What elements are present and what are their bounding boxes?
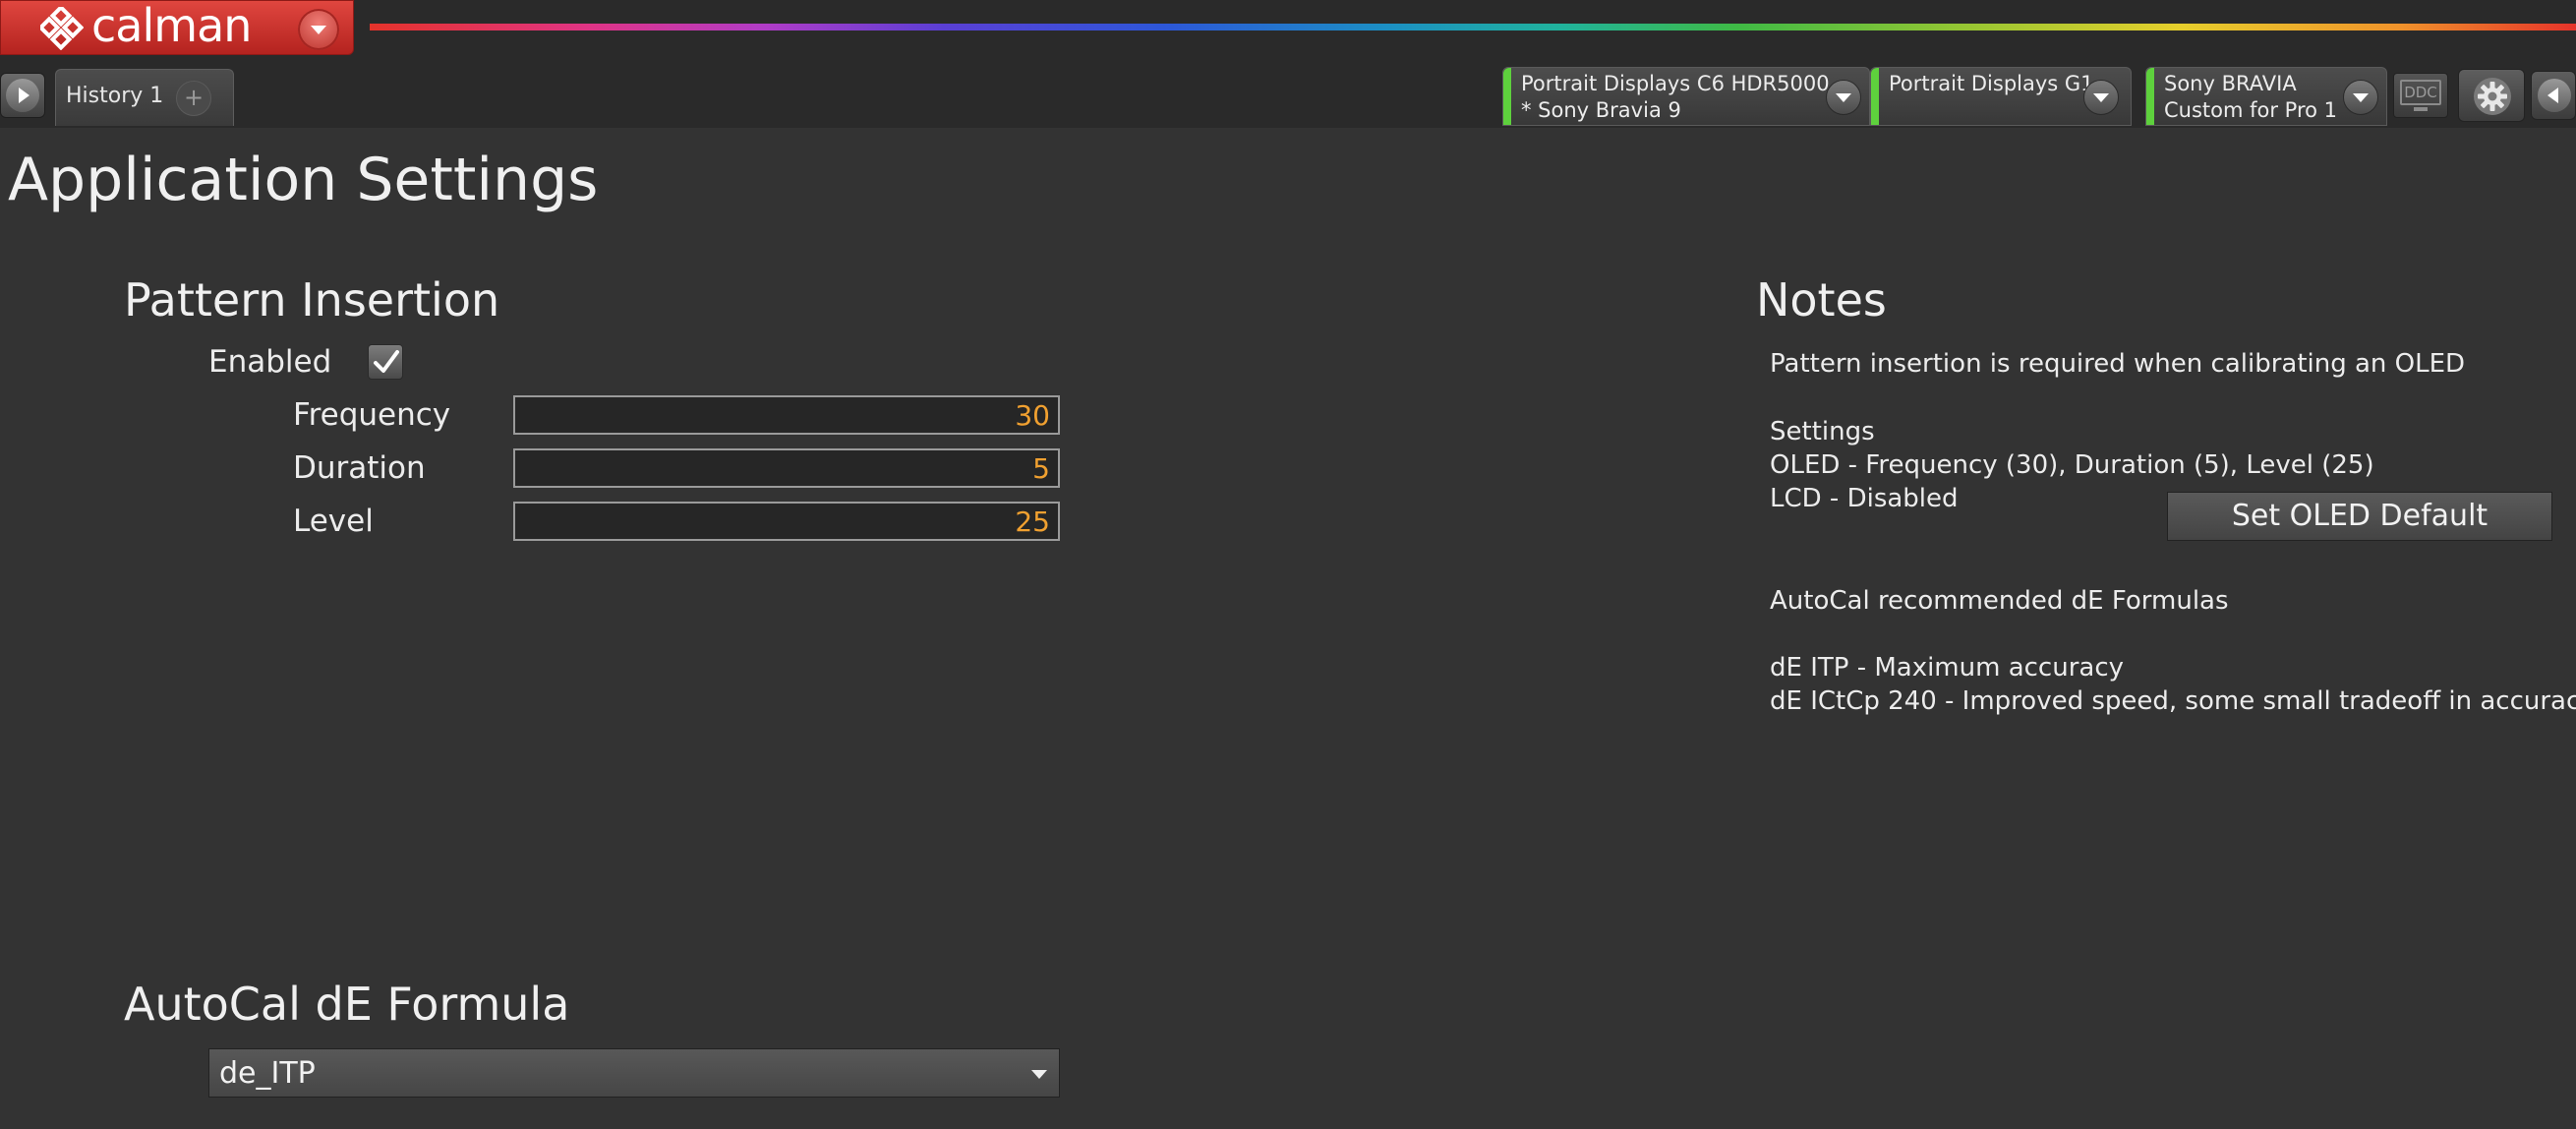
logo-text: calman [91,0,252,52]
tab-history-1[interactable]: History 1 + [55,69,234,126]
frequency-input[interactable] [513,395,1060,435]
display-device-selector[interactable]: Sony BRAVIA Custom for Pro 1 [2145,67,2387,126]
selected-formula: de_ITP [219,1056,316,1091]
rainbow-strip [370,24,2576,30]
play-arrow-icon [6,79,39,112]
device-name: Portrait Displays C6 HDR5000 [1521,72,1830,95]
enabled-checkbox[interactable] [368,344,403,380]
monitor-stand [2414,107,2428,111]
note-line: Pattern insertion is required when calib… [1770,349,2466,379]
connected-indicator [2146,68,2154,125]
de-formula-dropdown[interactable]: de_ITP [208,1048,1060,1098]
autocal-formula-title: AutoCal dE Formula [124,978,570,1031]
device-subtitle: Custom for Pro 1 [2164,98,2338,122]
level-label: Level [293,504,374,539]
add-tab-button[interactable]: + [176,81,211,116]
device-subtitle: * Sony Bravia 9 [1521,98,1681,122]
chevron-down-icon[interactable] [2083,80,2119,115]
note-line: Settings [1770,417,1875,446]
device-name: Portrait Displays G1 [1889,72,2094,95]
meter-device-selector[interactable]: Portrait Displays G1 [1870,67,2132,126]
settings-button[interactable] [2458,69,2525,122]
expand-panel-button[interactable] [0,73,45,118]
gear-icon [2474,78,2511,115]
pattern-insertion-title: Pattern Insertion [124,273,500,327]
note-line: LCD - Disabled [1770,484,1959,513]
page-title: Application Settings [8,146,599,214]
notes-title: Notes [1756,273,1887,327]
chevron-down-icon[interactable] [2343,80,2378,115]
calman-logo-icon [40,7,84,50]
note-line: dE ITP - Maximum accuracy [1770,653,2125,683]
checkmark-icon [374,350,399,373]
left-arrow-icon [2538,79,2571,112]
connected-indicator [1871,68,1879,125]
chevron-down-icon[interactable] [1826,80,1861,115]
note-line: OLED - Frequency (30), Duration (5), Lev… [1770,450,2374,480]
duration-label: Duration [293,450,426,486]
app-menu-dropdown-icon[interactable] [298,9,339,50]
note-line: AutoCal recommended dE Formulas [1770,586,2229,616]
level-input[interactable] [513,502,1060,541]
device-name: Sony BRAVIA [2164,72,2297,95]
duration-input[interactable] [513,448,1060,488]
source-device-selector[interactable]: Portrait Displays C6 HDR5000 * Sony Brav… [1502,67,1870,126]
set-oled-default-button[interactable]: Set OLED Default [2167,492,2552,541]
connected-indicator [1503,68,1511,125]
calman-logo[interactable]: calman [0,0,354,55]
note-line: dE ICtCp 240 - Improved speed, some smal… [1770,686,2576,716]
monitor-icon: DDC [2400,80,2441,105]
collapse-panel-button[interactable] [2531,71,2576,120]
ddc-button[interactable]: DDC [2393,73,2448,118]
tab-label: History 1 [66,84,164,108]
frequency-label: Frequency [293,397,451,433]
top-bar: calman History 1 + Portrait Displays C6 … [0,0,2576,128]
enabled-label: Enabled [208,344,332,380]
chevron-down-icon [1031,1070,1047,1079]
